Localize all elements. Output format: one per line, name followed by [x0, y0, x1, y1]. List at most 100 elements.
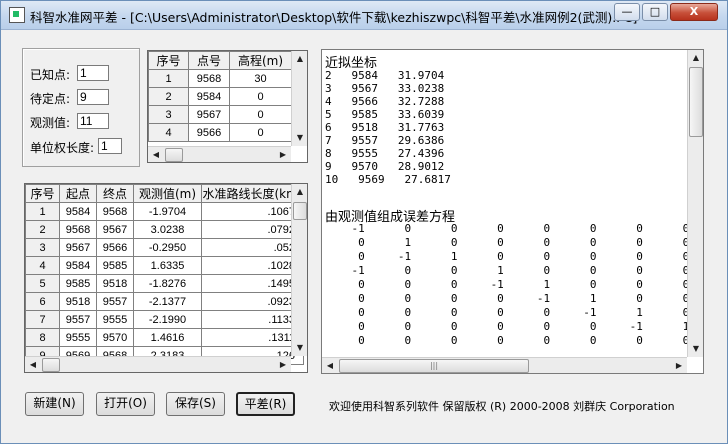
cell-elevation[interactable]: 30	[229, 69, 292, 88]
cell-end[interactable]: 9568	[96, 202, 134, 221]
cell-end[interactable]: 9567	[96, 220, 134, 239]
cell-point-id[interactable]: 9568	[188, 69, 230, 88]
scroll-thumb[interactable]	[293, 202, 307, 220]
open-button[interactable]: 打开(O)	[96, 392, 155, 416]
cell-elevation[interactable]: 0	[229, 105, 292, 124]
maximize-button[interactable]: □	[642, 3, 668, 21]
scroll-down-arrow-icon[interactable]: ▼	[688, 341, 703, 357]
cell-observed-value[interactable]: 3.0238	[133, 220, 202, 239]
cell-route-length[interactable]: .1311	[201, 328, 304, 347]
observations-vertical-scrollbar[interactable]: ▲ ▼	[291, 184, 307, 356]
scroll-up-arrow-icon[interactable]: ▲	[688, 50, 703, 66]
close-button[interactable]: X	[670, 3, 718, 21]
table-row[interactable]: 2 9584 0	[148, 87, 292, 106]
save-button[interactable]: 保存(S)	[166, 392, 225, 416]
minimize-button[interactable]: —	[614, 3, 640, 21]
observations-table[interactable]: 序号 起点 终点 观测值(m) 水准路线长度(km) 1 9584 9568 -…	[24, 183, 308, 373]
cell-observed-value[interactable]: 1.6335	[133, 256, 202, 275]
unit-weight-length-input[interactable]: 1	[98, 138, 122, 154]
cell-end[interactable]: 9566	[96, 238, 134, 257]
scroll-thumb[interactable]	[165, 148, 183, 162]
table-row[interactable]: 1 9568 30	[148, 69, 292, 88]
cell-start[interactable]: 9555	[59, 328, 97, 347]
points-vertical-scrollbar[interactable]: ▲ ▼	[291, 51, 307, 146]
cell-start[interactable]: 9584	[59, 202, 97, 221]
observations-horizontal-scrollbar[interactable]: ◀ ▶	[25, 356, 291, 372]
table-row[interactable]: 3 9567 9566 -0.2950 .052	[25, 238, 304, 257]
cell-start[interactable]: 9585	[59, 274, 97, 293]
scroll-left-arrow-icon[interactable]: ◀	[148, 147, 164, 162]
table-row[interactable]: 6 9518 9557 -2.1377 .0923	[25, 292, 304, 311]
table-row[interactable]: 7 9557 9555 -2.1990 .1133	[25, 310, 304, 329]
title-bar[interactable]: 科智水准网平差 - [C:\Users\Administrator\Deskto…	[1, 1, 727, 30]
cell-point-id[interactable]: 9567	[188, 105, 230, 124]
coord-line: 3 9567 33.0238	[325, 82, 445, 95]
coord-line: 7 9557 29.6386	[325, 134, 445, 147]
scroll-right-arrow-icon[interactable]: ▶	[275, 147, 291, 162]
scroll-thumb[interactable]	[689, 67, 703, 137]
matrix-line: 0 0 0 0 -1 1 0 0	[325, 292, 690, 305]
scroll-left-arrow-icon[interactable]: ◀	[25, 357, 41, 372]
matrix-line: 0 0 0 -1 1 0 0 0	[325, 278, 690, 291]
new-button[interactable]: 新建(N)	[25, 392, 84, 416]
cell-route-length[interactable]: .1495	[201, 274, 304, 293]
scroll-down-arrow-icon[interactable]: ▼	[292, 340, 307, 356]
cell-route-length[interactable]: .0923	[201, 292, 304, 311]
table-row[interactable]: 8 9555 9570 1.4616 .1311	[25, 328, 304, 347]
table-row[interactable]: 5 9585 9518 -1.8276 .1495	[25, 274, 304, 293]
cell-observed-value[interactable]: 1.4616	[133, 328, 202, 347]
cell-point-id[interactable]: 9566	[188, 123, 230, 142]
table-row[interactable]: 4 9566 0	[148, 123, 292, 142]
known-points-input[interactable]: 1	[77, 65, 109, 81]
table-row[interactable]: 3 9567 0	[148, 105, 292, 124]
scroll-right-arrow-icon[interactable]: ▶	[671, 358, 687, 373]
cell-route-length[interactable]: .1067	[201, 202, 304, 221]
scroll-right-arrow-icon[interactable]: ▶	[275, 357, 291, 372]
cell-route-length[interactable]: .1133	[201, 310, 304, 329]
cell-end[interactable]: 9585	[96, 256, 134, 275]
cell-end[interactable]: 9518	[96, 274, 134, 293]
scroll-down-arrow-icon[interactable]: ▼	[292, 130, 307, 146]
points-horizontal-scrollbar[interactable]: ◀ ▶	[148, 146, 291, 162]
scroll-left-arrow-icon[interactable]: ◀	[322, 358, 338, 373]
cell-route-length[interactable]: .1028	[201, 256, 304, 275]
results-horizontal-scrollbar[interactable]: ◀ ||| ▶	[322, 357, 687, 373]
cell-end[interactable]: 9557	[96, 292, 134, 311]
cell-start[interactable]: 9568	[59, 220, 97, 239]
cell-elevation[interactable]: 0	[229, 87, 292, 106]
cell-route-length[interactable]: .052	[201, 238, 304, 257]
cell-observed-value[interactable]: -0.2950	[133, 238, 202, 257]
cell-elevation[interactable]: 0	[229, 123, 292, 142]
scroll-thumb[interactable]	[42, 358, 60, 372]
adjust-button[interactable]: 平差(R)	[236, 392, 295, 416]
cell-point-id[interactable]: 9584	[188, 87, 230, 106]
scroll-up-arrow-icon[interactable]: ▲	[292, 184, 307, 200]
cell-start[interactable]: 9518	[59, 292, 97, 311]
cell-observed-value[interactable]: -1.8276	[133, 274, 202, 293]
cell-start[interactable]: 9557	[59, 310, 97, 329]
table-row[interactable]: 1 9584 9568 -1.9704 .1067	[25, 202, 304, 221]
cell-start[interactable]: 9567	[59, 238, 97, 257]
cell-start[interactable]: 9584	[59, 256, 97, 275]
table-row[interactable]: 4 9584 9585 1.6335 .1028	[25, 256, 304, 275]
header-elevation: 高程(m)	[229, 51, 292, 70]
results-vertical-scrollbar[interactable]: ▲ ▼	[687, 50, 703, 357]
table-row[interactable]: 2 9568 9567 3.0238 .0792	[25, 220, 304, 239]
cell-end[interactable]: 9570	[96, 328, 134, 347]
coord-line: 8 9555 27.4396	[325, 147, 445, 160]
observations-input[interactable]: 11	[77, 113, 109, 129]
results-textarea[interactable]: 近拟坐标 2 9584 31.9704 3 9567 33.0238 4 956…	[321, 49, 704, 374]
row-seq: 3	[148, 105, 189, 124]
coord-line: 4 9566 32.7288	[325, 95, 445, 108]
scroll-up-arrow-icon[interactable]: ▲	[292, 51, 307, 67]
row-seq: 5	[25, 274, 60, 293]
cell-observed-value[interactable]: -2.1377	[133, 292, 202, 311]
header-point-id: 点号	[188, 51, 230, 70]
cell-observed-value[interactable]: -1.9704	[133, 202, 202, 221]
scroll-thumb[interactable]: |||	[339, 359, 529, 373]
points-table[interactable]: 序号 点号 高程(m) 1 9568 30 2 9584 0 3 9567 0 …	[147, 50, 308, 163]
cell-end[interactable]: 9555	[96, 310, 134, 329]
cell-observed-value[interactable]: -2.1990	[133, 310, 202, 329]
cell-route-length[interactable]: .0792	[201, 220, 304, 239]
unknown-points-input[interactable]: 9	[77, 89, 109, 105]
